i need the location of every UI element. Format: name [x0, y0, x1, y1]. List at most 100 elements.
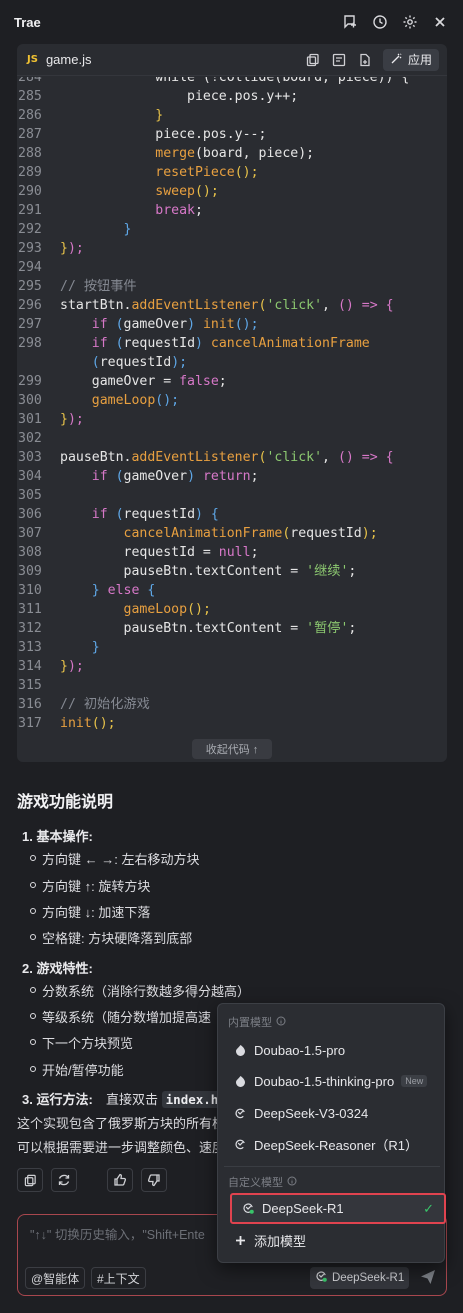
code-token: gameLoop	[123, 602, 188, 617]
summary-line-1: 这个实现包含了俄罗斯方块的所有核	[17, 1116, 226, 1131]
model-option-deepseek-r1-custom[interactable]: DeepSeek-R1 ✓	[230, 1193, 446, 1224]
model-option-doubao-thinking-pro[interactable]: Doubao-1.5-thinking-pro New	[224, 1067, 440, 1095]
add-file-icon[interactable]	[357, 52, 373, 68]
title-bar: Trae	[0, 0, 463, 44]
code-token: );	[171, 355, 188, 370]
new-badge: New	[401, 1075, 428, 1087]
code-line: 311 gameLoop();	[17, 600, 409, 619]
custom-models-group-label: 自定义模型	[228, 1174, 297, 1190]
code-token: ) {	[195, 507, 219, 522]
run-text-label: 直接双击	[106, 1092, 159, 1107]
settings-gear-icon[interactable]	[401, 13, 419, 31]
context-button[interactable]: #上下文	[91, 1267, 146, 1289]
inline-code: index.h	[161, 1091, 223, 1108]
line-number: 297	[18, 317, 42, 332]
code-token: );	[67, 412, 84, 427]
line-number: 312	[18, 621, 42, 636]
code-block-header: JS game.js 应用	[17, 44, 447, 76]
code-line: 291 break;	[17, 201, 409, 220]
model-option-doubao-pro[interactable]: Doubao-1.5-pro	[224, 1036, 440, 1064]
line-number: 289	[18, 165, 42, 180]
code-token: // 初始化游戏	[60, 697, 150, 712]
code-token: gameOver	[123, 317, 188, 332]
code-token: (	[107, 317, 124, 332]
apply-button-label: 应用	[407, 53, 432, 67]
code-token: gameOver	[123, 469, 188, 484]
code-token: init	[202, 317, 235, 332]
selected-check-icon: ✓	[423, 1200, 434, 1216]
thumbs-up-icon[interactable]	[107, 1168, 133, 1192]
line-number: 313	[18, 640, 42, 655]
code-line: 313 }	[17, 638, 409, 657]
model-name: Doubao-1.5-thinking-pro	[254, 1073, 395, 1089]
code-lines: 284 while (!collide(board, piece)) {285 …	[17, 77, 409, 733]
code-token: sweep	[155, 184, 195, 199]
line-number: 287	[18, 127, 42, 142]
code-token: )	[187, 469, 203, 484]
code-filename: game.js	[45, 52, 92, 67]
agent-chip-label: @智能体	[31, 1271, 80, 1286]
line-number: 299	[18, 374, 42, 389]
code-token: ;	[218, 374, 227, 389]
code-text: init();	[60, 714, 116, 733]
add-model-button[interactable]: 添加模型	[224, 1226, 440, 1254]
collapse-code-button[interactable]: 收起代码 ↑	[192, 739, 272, 759]
code-token: ();	[91, 716, 116, 731]
code-line: 286 }	[17, 106, 409, 125]
copy-response-icon[interactable]	[17, 1168, 43, 1192]
apply-button[interactable]: 应用	[382, 48, 439, 71]
line-number: 315	[18, 678, 42, 693]
code-text: gameOver = false;	[60, 372, 227, 391]
close-icon[interactable]	[431, 13, 449, 31]
code-line: 307 cancelAnimationFrame(requestId);	[17, 524, 409, 543]
code-token: null	[218, 545, 251, 560]
new-chat-icon[interactable]	[341, 13, 359, 31]
agent-mention-button[interactable]: @智能体	[25, 1267, 86, 1289]
info-icon	[287, 1176, 297, 1189]
code-token: ();	[234, 165, 259, 180]
js-file-icon: JS	[27, 54, 38, 65]
send-icon[interactable]	[419, 1268, 439, 1288]
code-token: ();	[187, 602, 211, 617]
line-number	[17, 353, 60, 372]
code-line: 306 if (requestId) {	[17, 505, 409, 524]
code-line: 287 piece.pos.y--;	[17, 125, 409, 144]
history-icon[interactable]	[371, 13, 389, 31]
chat-input-placeholder[interactable]: "↑↓" 切换历史输入，"Shift+Ente	[30, 1224, 205, 1243]
custom-model-icon	[315, 1270, 328, 1286]
custom-group-text: 自定义模型	[228, 1177, 283, 1189]
regenerate-icon[interactable]	[51, 1168, 77, 1192]
line-number: 306	[18, 507, 42, 522]
code-line: 290 sweep();	[17, 182, 409, 201]
code-token: }	[155, 108, 164, 123]
copy-icon[interactable]	[305, 52, 321, 68]
code-token: init	[60, 716, 92, 731]
model-name: Doubao-1.5-pro	[254, 1042, 346, 1058]
code-token: if	[91, 317, 108, 332]
thumbs-down-icon[interactable]	[141, 1168, 167, 1192]
model-option-deepseek-v3[interactable]: DeepSeek-V3-0324	[224, 1099, 440, 1127]
code-token: 'click'	[266, 298, 323, 313]
code-text: piece.pos.y++;	[60, 87, 298, 106]
insert-to-terminal-icon[interactable]	[331, 52, 347, 68]
code-line: 308 requestId = null;	[17, 543, 409, 562]
code-token: ,	[322, 450, 338, 465]
list-item: 下一个方块预览	[29, 1033, 133, 1052]
code-line: 297 if (gameOver) init();	[17, 315, 409, 334]
model-option-deepseek-reasoner[interactable]: DeepSeek-Reasoner（R1）	[224, 1130, 440, 1158]
code-token: piece.pos.y++;	[60, 89, 299, 104]
code-line: (requestId);	[17, 353, 409, 372]
list-item: 方向键 ↑: 旋转方块	[29, 876, 150, 895]
apply-magic-icon	[390, 52, 403, 68]
code-text: if (gameOver) init();	[60, 315, 259, 334]
code-line: 292 }	[17, 220, 409, 239]
model-selector-button[interactable]: DeepSeek-R1	[310, 1267, 410, 1289]
code-text: });	[60, 410, 84, 429]
code-token: gameLoop	[91, 393, 156, 408]
